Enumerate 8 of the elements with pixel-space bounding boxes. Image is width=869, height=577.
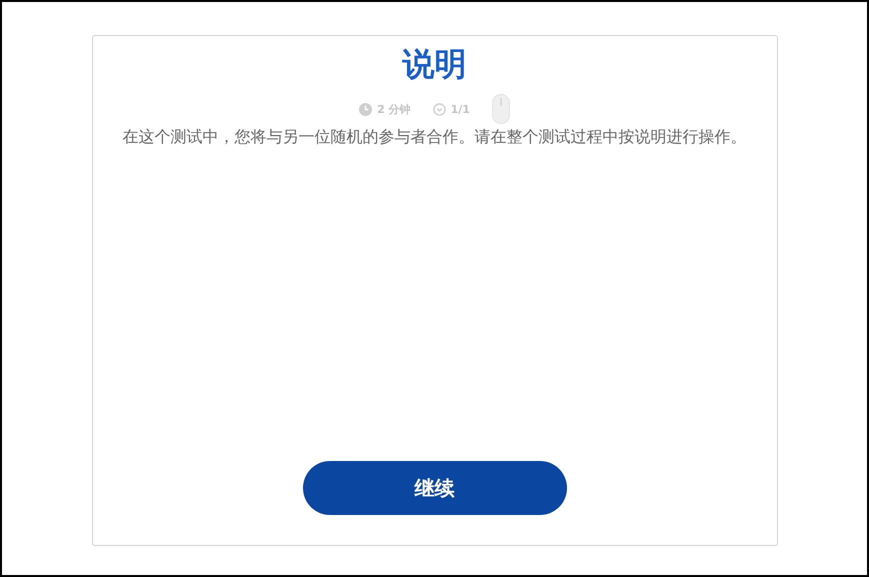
mouse-icon xyxy=(492,94,510,124)
instruction-text: 在这个测试中，您将与另一位随机的参与者合作。请在整个测试过程中按说明进行操作。 xyxy=(122,126,746,148)
clock-icon xyxy=(359,102,372,116)
page-count: 1/1 xyxy=(432,102,470,116)
chevron-circle-icon xyxy=(432,102,446,116)
page-title: 说明 xyxy=(402,44,466,85)
duration-label: 2 分钟 xyxy=(359,102,411,116)
continue-button[interactable]: 继续 xyxy=(302,461,566,515)
